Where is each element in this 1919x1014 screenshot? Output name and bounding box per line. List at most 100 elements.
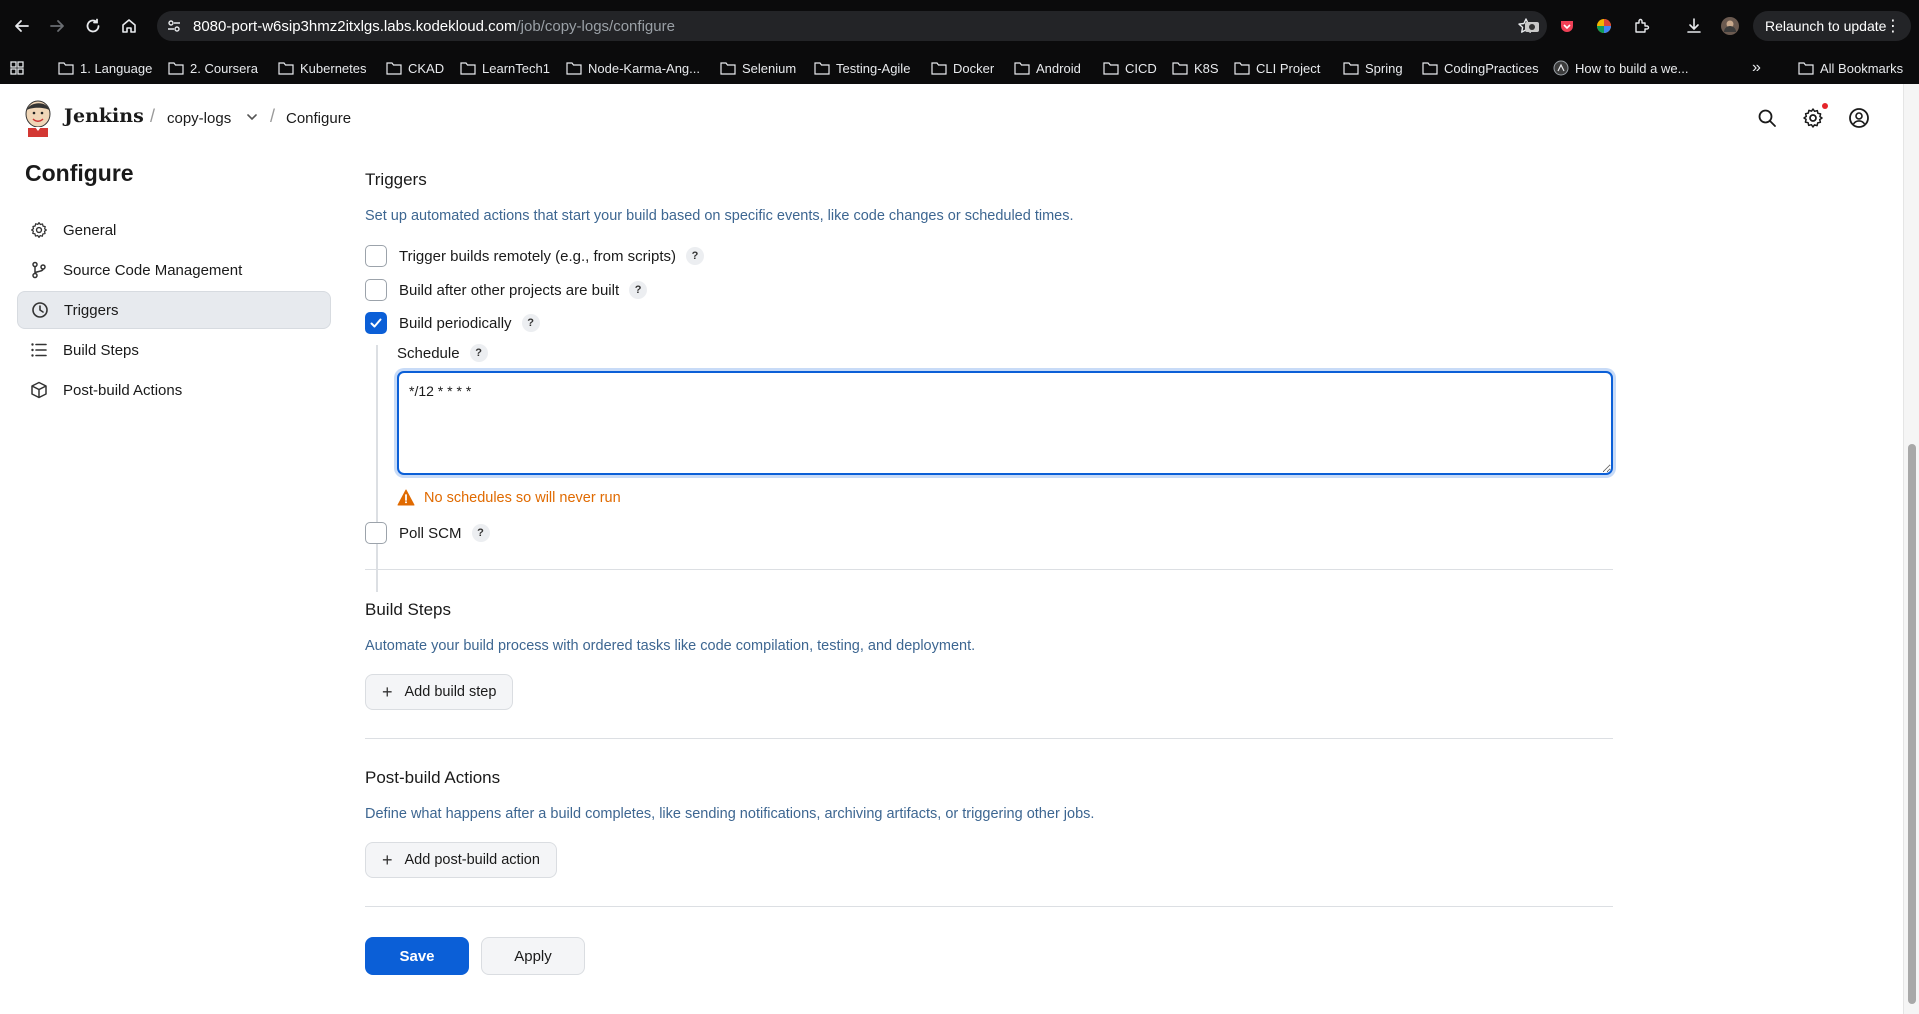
forward-button[interactable]: [45, 14, 69, 38]
help-icon[interactable]: ?: [471, 524, 490, 542]
help-icon[interactable]: ?: [521, 314, 540, 332]
bookmark-label: CKAD: [408, 60, 445, 76]
home-button[interactable]: [117, 14, 141, 38]
reload-button[interactable]: [81, 14, 105, 38]
download-icon[interactable]: [1682, 14, 1706, 38]
sidebar-item-build-steps[interactable]: Build Steps: [17, 331, 331, 369]
bookmark-folder[interactable]: CLI Project: [1234, 59, 1320, 77]
bookmark-folder[interactable]: Testing-Agile: [814, 59, 910, 77]
folder-icon: [1172, 62, 1188, 75]
arrow-right-icon: [50, 20, 64, 32]
chevron-down-icon[interactable]: [244, 109, 260, 130]
scrollbar-thumb[interactable]: [1908, 444, 1916, 1004]
camera-extension-icon[interactable]: [1520, 14, 1544, 38]
apply-button[interactable]: Apply: [481, 937, 585, 975]
more-bookmarks-button[interactable]: »: [1752, 59, 1761, 77]
bookmark-folder[interactable]: Selenium: [720, 59, 796, 77]
breadcrumb-separator: /: [150, 106, 156, 126]
sidebar-item-label: Triggers: [64, 301, 119, 319]
puzzle-extensions-icon[interactable]: [1630, 14, 1654, 38]
back-button[interactable]: [10, 14, 34, 38]
help-icon[interactable]: ?: [629, 281, 648, 299]
relaunch-label: Relaunch to update: [1765, 18, 1887, 34]
jenkins-logo-icon[interactable]: [23, 98, 53, 138]
jenkins-header: Jenkins / copy-logs / Configure: [0, 84, 1903, 152]
folder-icon: [386, 62, 402, 75]
url-host: 8080-port-w6sip3hmz2itxlgs.labs.kodeklou…: [193, 18, 517, 35]
search-icon[interactable]: [1754, 105, 1780, 131]
address-bar[interactable]: 8080-port-w6sip3hmz2itxlgs.labs.kodeklou…: [157, 11, 1547, 41]
triggers-section-title: Triggers: [365, 170, 427, 189]
all-bookmarks-folder[interactable]: All Bookmarks: [1798, 59, 1903, 77]
breadcrumb-separator: /: [270, 106, 276, 126]
build-after-option[interactable]: Build after other projects are built ?: [365, 279, 648, 301]
pocket-extension-icon[interactable]: [1555, 14, 1579, 38]
bookmark-folder[interactable]: CICD: [1103, 59, 1157, 77]
sidebar-title: Configure: [25, 160, 134, 186]
triggers-description: Set up automated actions that start your…: [365, 208, 1074, 224]
trigger-remote-option[interactable]: Trigger builds remotely (e.g., from scri…: [365, 245, 705, 267]
sidebar-item-label: Post-build Actions: [63, 381, 183, 399]
help-icon[interactable]: ?: [469, 344, 488, 362]
folder-icon: [814, 62, 830, 75]
bookmark-folder[interactable]: Kubernetes: [278, 59, 367, 77]
bookmark-folder[interactable]: Docker: [931, 59, 994, 77]
color-extension-icon[interactable]: [1592, 14, 1616, 38]
build-after-checkbox[interactable]: [365, 279, 387, 301]
bookmark-folder[interactable]: K8S: [1172, 59, 1219, 77]
add-build-step-label: Add build step: [404, 684, 497, 700]
bookmark-folder[interactable]: 2. Coursera: [168, 59, 258, 77]
jenkins-brand[interactable]: Jenkins: [64, 105, 144, 127]
more-menu-icon[interactable]: ⋮: [1885, 16, 1901, 36]
bookmark-label: 1. Language: [80, 60, 153, 76]
bookmark-folder[interactable]: Node-Karma-Ang...: [566, 59, 700, 77]
sidebar-item-triggers[interactable]: Triggers: [17, 291, 331, 329]
bookmark-folder[interactable]: LearnTech1: [460, 59, 550, 77]
build-periodically-checkbox[interactable]: [365, 312, 387, 334]
sidebar-item-source-code-management[interactable]: Source Code Management: [17, 251, 331, 289]
folder-icon: [1234, 62, 1250, 75]
sidebar-item-general[interactable]: General: [17, 211, 331, 249]
trigger-remote-checkbox[interactable]: [365, 245, 387, 267]
url-path: /job/copy-logs/configure: [516, 18, 675, 35]
trigger-remote-label[interactable]: Trigger builds remotely (e.g., from scri…: [399, 248, 676, 265]
poll-scm-option[interactable]: Poll SCM ?: [365, 522, 490, 544]
sidebar-item-post-build-actions[interactable]: Post-build Actions: [17, 371, 331, 409]
schedule-label-text: Schedule: [397, 344, 460, 362]
save-button[interactable]: Save: [365, 937, 469, 975]
sidebar-item-label: Source Code Management: [63, 261, 243, 279]
add-build-step-button[interactable]: + Add build step: [365, 674, 514, 710]
bookmark-label: Testing-Agile: [836, 60, 911, 76]
profile-avatar-icon[interactable]: [1718, 14, 1742, 38]
poll-scm-label[interactable]: Poll SCM: [399, 525, 462, 542]
site-info-icon[interactable]: [166, 18, 182, 39]
bookmark-folder[interactable]: Android: [1014, 59, 1081, 77]
user-account-icon[interactable]: [1846, 105, 1872, 131]
bookmark-label: Node-Karma-Ang...: [588, 60, 700, 76]
add-post-build-action-button[interactable]: + Add post-build action: [365, 842, 557, 878]
bookmark-folder[interactable]: CodingPractices: [1422, 59, 1539, 77]
section-divider: [365, 738, 1613, 739]
arrow-left-icon: [15, 20, 29, 32]
folder-icon: [460, 62, 476, 75]
bookmark-label: 2. Coursera: [190, 60, 258, 76]
post-build-description: Define what happens after a build comple…: [365, 806, 1095, 822]
bookmark-folder[interactable]: CKAD: [386, 59, 444, 77]
bookmark-link[interactable]: How to build a we...: [1553, 59, 1688, 77]
breadcrumb-job[interactable]: copy-logs: [167, 110, 231, 127]
build-after-label[interactable]: Build after other projects are built: [399, 282, 619, 299]
apps-grid-icon[interactable]: [10, 59, 30, 77]
bookmark-folder[interactable]: 1. Language: [58, 59, 152, 77]
folder-icon: [58, 62, 74, 75]
manage-gear-icon[interactable]: [1800, 105, 1826, 131]
page-scrollbar[interactable]: [1903, 84, 1919, 1014]
build-periodically-option[interactable]: Build periodically ?: [365, 312, 540, 334]
build-periodically-label[interactable]: Build periodically: [399, 315, 512, 332]
bookmark-folder[interactable]: Spring: [1343, 59, 1403, 77]
relaunch-button[interactable]: Relaunch to update ⋮: [1753, 11, 1911, 41]
schedule-textarea[interactable]: [397, 371, 1613, 475]
poll-scm-checkbox[interactable]: [365, 522, 387, 544]
help-icon[interactable]: ?: [686, 247, 705, 265]
breadcrumb-configure[interactable]: Configure: [286, 110, 351, 127]
build-steps-description: Automate your build process with ordered…: [365, 638, 976, 654]
